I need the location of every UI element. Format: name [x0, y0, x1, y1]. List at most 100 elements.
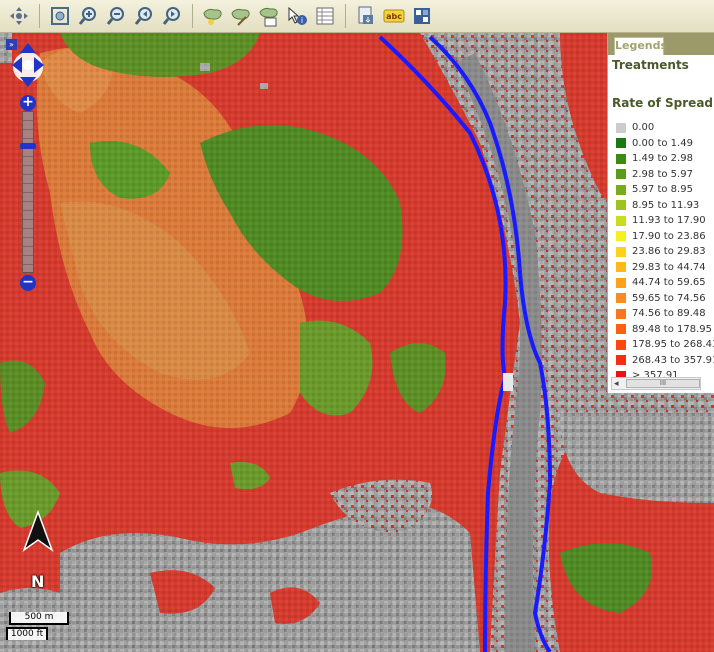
zoom-in-button[interactable] [75, 3, 101, 29]
legend-swatch [616, 339, 626, 350]
zoom-in-icon[interactable]: + [20, 95, 36, 111]
edit-polygon-button[interactable] [228, 3, 254, 29]
legend-swatch [616, 355, 626, 366]
legend-row: 59.65 to 74.56 [612, 291, 710, 307]
north-arrow-icon [22, 510, 54, 553]
legend-swatch [616, 122, 626, 133]
legend-layer-title: Rate of Spread cha [612, 96, 714, 110]
legend-label: 11.93 to 17.90 [632, 215, 706, 227]
export-icon [358, 6, 373, 24]
legend-swatch [616, 215, 626, 226]
map-toolbar: i abc [0, 0, 714, 33]
legend-label: 5.97 to 8.95 [632, 184, 693, 196]
legend-panel: Legends Treatments Rate of Spread cha 0.… [607, 33, 714, 393]
legend-label: 17.90 to 23.86 [632, 230, 706, 242]
legend-row: 23.86 to 29.83 [612, 244, 710, 260]
legend-row: 11.93 to 17.90 [612, 213, 710, 229]
zoom-track[interactable] [22, 111, 34, 273]
legend-swatch [616, 231, 626, 242]
legend-swatch [616, 169, 626, 180]
north-label: N [31, 572, 45, 591]
legend-row: 5.97 to 8.95 [612, 182, 710, 198]
legend-row: 0.00 to 1.49 [612, 136, 710, 152]
zoom-previous-button[interactable] [131, 3, 157, 29]
legend-row: 268.43 to 357.91 [612, 353, 714, 369]
legend-row: 178.95 to 268.43 [612, 337, 714, 353]
legend-swatch [616, 262, 626, 273]
pan-icon [10, 7, 28, 25]
map-layers-button[interactable] [409, 3, 435, 29]
zoom-extent-icon [51, 7, 69, 25]
identify-button[interactable]: i [284, 3, 310, 29]
legend-row: 0.00 [612, 120, 710, 136]
legend-row: 2.98 to 5.97 [612, 167, 710, 183]
table-icon [316, 7, 334, 25]
legend-label: 74.56 to 89.48 [632, 308, 706, 320]
scroll-thumb[interactable]: III [626, 379, 700, 388]
legend-swatch [616, 184, 626, 195]
toolbar-separator [192, 4, 193, 28]
legend-group-title: Treatments [612, 58, 689, 72]
legend-row: 29.83 to 44.74 [612, 260, 710, 276]
legend-label: 268.43 to 357.91 [632, 354, 714, 366]
legend-label: 44.74 to 59.65 [632, 277, 706, 289]
zoom-in-icon [78, 7, 96, 25]
toolbar-separator [345, 4, 346, 28]
zoom-next-icon [162, 7, 180, 25]
legend-swatch [616, 153, 626, 164]
scroll-left-icon[interactable]: ◂ [614, 379, 619, 389]
legend-horizontal-scrollbar[interactable]: ◂ III [611, 377, 701, 390]
tab-legends[interactable]: Legends [614, 37, 667, 55]
legend-swatch [616, 293, 626, 304]
zoom-out-icon[interactable]: − [20, 275, 36, 291]
pan-up-arrow-icon [20, 43, 36, 53]
legend-swatch [616, 138, 626, 149]
zoom-extent-button[interactable] [47, 3, 73, 29]
legend-swatch [616, 200, 626, 211]
zoom-handle[interactable] [20, 143, 36, 149]
zoom-previous-icon [134, 7, 152, 25]
legend-label: 8.95 to 11.93 [632, 199, 700, 211]
labels-text: abc [386, 12, 402, 21]
legend-label: 59.65 to 74.56 [632, 292, 706, 304]
zoom-slider[interactable]: + − [20, 95, 36, 291]
legend-layer-name: Rate of Spread [612, 96, 714, 110]
toolbar-separator [39, 4, 40, 28]
zoom-out-icon [106, 7, 124, 25]
pan-down-arrow-icon [20, 77, 36, 87]
attribute-table-button[interactable] [312, 3, 338, 29]
legend-label: 2.98 to 5.97 [632, 168, 693, 180]
add-polygon-button[interactable] [200, 3, 226, 29]
pan-tool-button[interactable] [6, 3, 32, 29]
legend-row: 1.49 to 2.98 [612, 151, 710, 167]
zoom-next-button[interactable] [159, 3, 185, 29]
labels-icon: abc [383, 9, 405, 23]
legend-row: 17.90 to 23.86 [612, 229, 710, 245]
identify-icon: i [288, 6, 307, 25]
edit-polygon-icon [231, 8, 250, 26]
legend-row: 8.95 to 11.93 [612, 198, 710, 214]
legend-label: 1.49 to 2.98 [632, 153, 693, 165]
zoom-out-button[interactable] [103, 3, 129, 29]
legend-label: 0.00 [632, 122, 655, 134]
legend-row: 44.74 to 59.65 [612, 275, 710, 291]
scale-bar-metric: 500 m [9, 612, 69, 625]
polygon-properties-button[interactable] [256, 3, 282, 29]
export-button[interactable] [353, 3, 379, 29]
legend-label: 178.95 to 268.43 [632, 339, 714, 351]
legend-row: 89.48 to 178.95 [612, 322, 712, 338]
legend-row: 74.56 to 89.48 [612, 306, 710, 322]
svg-text:i: i [301, 16, 303, 25]
legend-swatch [616, 246, 626, 257]
legend-label: 23.86 to 29.83 [632, 246, 706, 258]
polygon-properties-icon [259, 7, 278, 27]
legend-label: 29.83 to 44.74 [632, 261, 706, 273]
legend-swatch [616, 277, 626, 288]
scale-bar-imperial: 1000 ft [6, 627, 48, 640]
pan-control[interactable] [10, 41, 46, 89]
legend-swatch [616, 324, 626, 335]
legend-class-list: 0.00 0.00 to 1.49 1.49 to 2.98 2.98 to 5.97… [612, 120, 714, 384]
layers-icon [414, 8, 430, 24]
labels-button[interactable]: abc [381, 3, 407, 29]
legend-swatch [616, 308, 626, 319]
